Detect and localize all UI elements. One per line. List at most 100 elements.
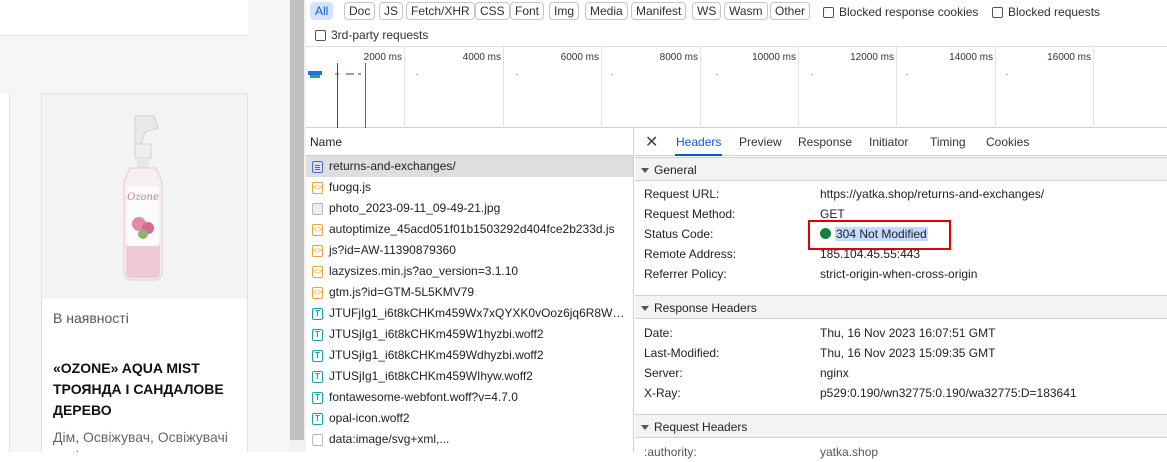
- filter-js[interactable]: JS: [379, 2, 404, 20]
- header-value: Thu, 16 Nov 2023 15:09:35 GMT: [820, 346, 996, 360]
- name-column-header[interactable]: Name: [306, 128, 633, 156]
- header-key: Status Code:: [644, 227, 714, 241]
- timeline-label: 16000 ms: [1047, 52, 1091, 63]
- availability-label: В наявності: [53, 310, 129, 326]
- page-scrollbar-thumb[interactable]: [290, 0, 304, 440]
- header-value: yatka.shop: [820, 445, 879, 459]
- timeline-label: 8000 ms: [659, 52, 698, 63]
- product-card[interactable]: Ozone В наявності «OZONE» AQUA MIST ТРОЯ…: [41, 93, 248, 452]
- network-overview-timeline[interactable]: 2000 ms 4000 ms 6000 ms 8000 ms 10000 ms…: [306, 46, 1167, 128]
- header-value: Thu, 16 Nov 2023 16:07:51 GMT: [820, 326, 996, 340]
- header-row: Remote Address: 185.104.45.55:443: [644, 244, 920, 264]
- response-headers-section-header[interactable]: Response Headers: [635, 295, 1167, 319]
- request-row[interactable]: <> autoptimize_45acd051f01b1503292d404fce…: [306, 219, 633, 240]
- filter-doc[interactable]: Doc: [344, 2, 376, 20]
- timeline-label: 2000 ms: [363, 52, 402, 63]
- header-value: strict-origin-when-cross-origin: [820, 267, 978, 281]
- filter-css[interactable]: CSS: [475, 2, 510, 20]
- header-row: Referrer Policy: strict-origin-when-cros…: [644, 264, 977, 284]
- timeline-label: 6000 ms: [560, 52, 599, 63]
- request-row[interactable]: photo_2023-09-11_09-49-21.jpg: [306, 198, 633, 219]
- page-scrollbar[interactable]: [290, 0, 306, 452]
- request-row[interactable]: <> lazysizes.min.js?ao_version=3.1.10: [306, 261, 633, 282]
- request-row[interactable]: <> fuogq.js: [306, 177, 633, 198]
- request-row[interactable]: Tfontawesome-webfont.woff?v=4.7.0: [306, 387, 633, 408]
- header-key: Request Method:: [644, 207, 736, 221]
- filter-font[interactable]: Font: [510, 2, 545, 20]
- filter-other[interactable]: Other: [770, 2, 811, 20]
- request-row[interactable]: T JTUSjIg1_i6t8kCHKm459WIhyw.woff2: [306, 366, 633, 387]
- filter-ws[interactable]: WS: [692, 2, 722, 20]
- request-row[interactable]: T JTUSjIg1_i6t8kCHKm459W1hyzbi.woff2: [306, 324, 633, 345]
- checkbox-icon: [315, 30, 326, 41]
- request-row[interactable]: T JTUFjIg1_i6t8kCHKm459Wx7xQYXK0vOoz6jq6R…: [306, 303, 633, 324]
- filter-media[interactable]: Media: [585, 2, 628, 20]
- product-categories[interactable]: Дім, Освіжувач, Освіжувачі повітря: [53, 428, 243, 452]
- filter-bar: All Doc JS Fetch/XHR CSS Font Img Media …: [306, 0, 1167, 46]
- header-key: X-Ray:: [644, 386, 681, 400]
- font-icon: T: [312, 350, 323, 362]
- document-icon: [312, 161, 323, 173]
- status-highlight-box: [808, 220, 951, 250]
- script-icon: <>: [312, 182, 323, 194]
- timeline-label: 10000 ms: [752, 52, 796, 63]
- blocked-requests-label: Blocked requests: [1008, 5, 1101, 19]
- tab-headers[interactable]: Headers: [675, 128, 723, 156]
- timeline-bar: [358, 73, 361, 75]
- header-row: Server: nginx: [644, 363, 849, 383]
- header-row: Date: Thu, 16 Nov 2023 16:07:51 GMT: [644, 323, 995, 343]
- load-event-marker: [365, 63, 366, 128]
- website-viewport: Ozone В наявності «OZONE» AQUA MIST ТРОЯ…: [0, 0, 290, 452]
- general-section-header[interactable]: General: [635, 157, 1167, 181]
- font-icon: T: [312, 308, 323, 320]
- product-title[interactable]: «OZONE» AQUA MIST ТРОЯНДА І САНДАЛОВЕ ДЕ…: [53, 358, 243, 421]
- filter-all[interactable]: All: [310, 2, 334, 20]
- timeline-label: 14000 ms: [949, 52, 993, 63]
- request-headers-section-header[interactable]: Request Headers: [635, 414, 1167, 438]
- dom-content-loaded-marker: [337, 63, 338, 128]
- request-row[interactable]: Topal-icon.woff2: [306, 408, 633, 429]
- request-row[interactable]: <> gtm.js?id=GTM-5L5KMV79: [306, 282, 633, 303]
- font-icon: T: [312, 329, 323, 341]
- header-row: Request URL: https://yatka.shop/returns-…: [644, 184, 1044, 204]
- tab-cookies[interactable]: Cookies: [986, 128, 1029, 156]
- product-card-partial[interactable]: [0, 93, 10, 452]
- blocked-cookies-label: Blocked response cookies: [839, 5, 979, 19]
- checkbox-icon: [992, 7, 1003, 18]
- product-image[interactable]: Ozone: [42, 94, 247, 299]
- header-value: nginx: [820, 366, 849, 380]
- header-key: Date:: [644, 326, 673, 340]
- request-row[interactable]: returns-and-exchanges/: [306, 156, 633, 177]
- site-header-strip: [0, 0, 248, 36]
- blocked-requests-checkbox[interactable]: Blocked requests: [992, 5, 1100, 19]
- timeline-label: 4000 ms: [462, 52, 501, 63]
- details-tabs: ✕ Headers Preview Response Initiator Tim…: [635, 128, 1167, 156]
- triangle-down-icon: [641, 425, 649, 430]
- third-party-checkbox[interactable]: 3rd-party requests: [315, 28, 428, 42]
- tab-initiator[interactable]: Initiator: [869, 128, 908, 156]
- font-icon: T: [312, 413, 323, 425]
- request-row[interactable]: T JTUSjIg1_i6t8kCHKm459Wdhyzbi.woff2: [306, 345, 633, 366]
- header-key: Last-Modified:: [644, 346, 720, 360]
- devtools-network-panel: All Doc JS Fetch/XHR CSS Font Img Media …: [306, 0, 1167, 459]
- timeline-bar: [346, 73, 354, 75]
- request-row[interactable]: data:image/svg+xml,...: [306, 429, 633, 450]
- filter-manifest[interactable]: Manifest: [631, 2, 687, 20]
- status-code-row: Status Code: 304 Not Modified: [644, 224, 928, 244]
- tab-preview[interactable]: Preview: [739, 128, 782, 156]
- timeline-bar-js: [310, 75, 320, 78]
- filter-fetch-xhr[interactable]: Fetch/XHR: [406, 2, 475, 20]
- blocked-cookies-checkbox[interactable]: Blocked response cookies: [823, 5, 978, 19]
- data-uri-icon: [312, 434, 323, 446]
- checkbox-icon: [823, 7, 834, 18]
- triangle-down-icon: [641, 168, 649, 173]
- script-icon: <>: [312, 266, 323, 278]
- filter-wasm[interactable]: Wasm: [724, 2, 768, 20]
- filter-img[interactable]: Img: [549, 2, 580, 20]
- header-row-partial: :authority: yatka.shop: [644, 442, 878, 462]
- header-key: Server:: [644, 366, 683, 380]
- request-row[interactable]: <> js?id=AW-11390879360: [306, 240, 633, 261]
- tab-response[interactable]: Response: [798, 128, 852, 156]
- tab-timing[interactable]: Timing: [930, 128, 966, 156]
- close-icon[interactable]: ✕: [645, 132, 658, 152]
